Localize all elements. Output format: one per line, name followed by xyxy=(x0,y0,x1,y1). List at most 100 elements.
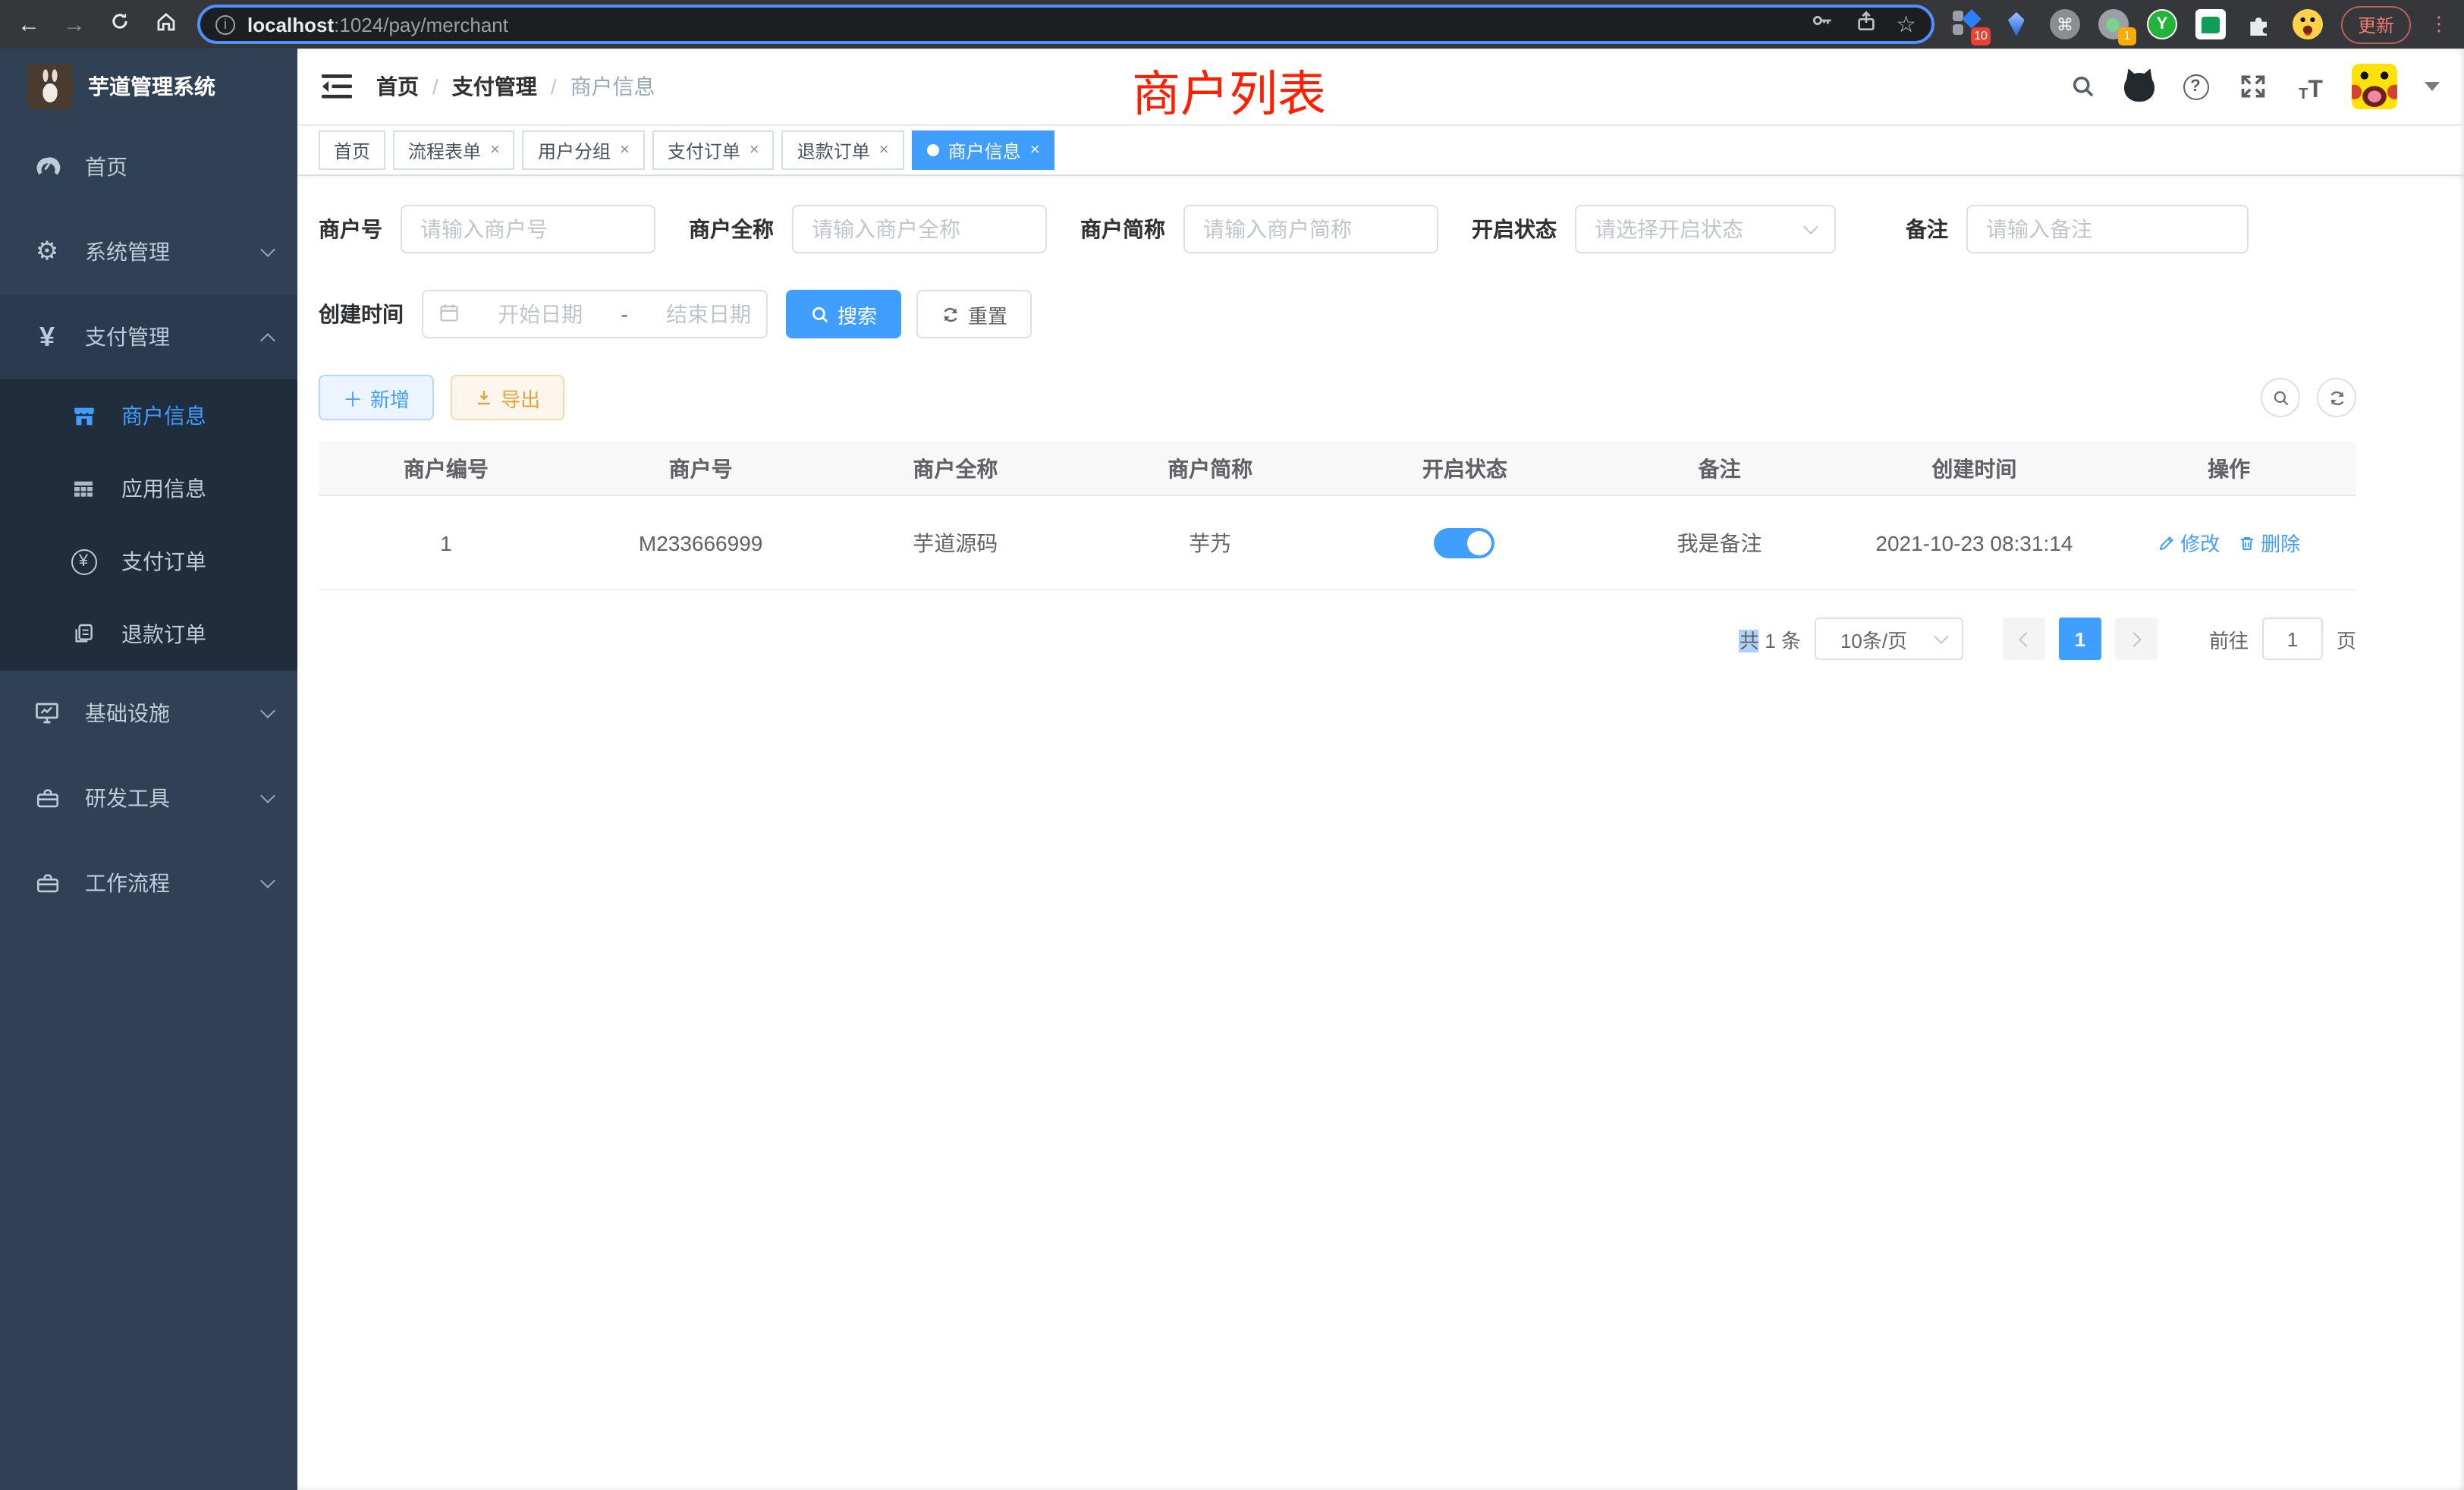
help-icon[interactable]: ? xyxy=(2179,70,2212,103)
hide-search-button[interactable] xyxy=(2261,378,2300,417)
extension-chat-icon[interactable] xyxy=(2195,9,2226,39)
col-remark: 备注 xyxy=(1592,453,1847,483)
search-button[interactable]: 搜索 xyxy=(786,290,901,338)
breadcrumb-payment[interactable]: 支付管理 xyxy=(452,71,537,102)
filter-row-2: 创建时间 开始日期 - 结束日期 搜索 重置 xyxy=(319,290,2356,338)
font-size-icon[interactable]: TT xyxy=(2294,70,2327,103)
refresh-button[interactable] xyxy=(2317,378,2356,417)
app-logo-row[interactable]: 芋道管理系统 xyxy=(0,49,297,124)
sidebar-item-refund-order[interactable]: 退款订单 xyxy=(0,598,297,671)
prev-page-button[interactable] xyxy=(2003,618,2045,660)
dashboard-icon xyxy=(30,153,64,181)
extension-y-icon[interactable]: Y xyxy=(2147,9,2177,39)
col-status: 开启状态 xyxy=(1337,453,1592,483)
short-name-input[interactable]: 请输入商户简称 xyxy=(1183,205,1438,253)
merchant-no-input[interactable]: 请输入商户号 xyxy=(401,205,655,253)
cell-short-name: 芋艿 xyxy=(1083,527,1337,558)
delete-link[interactable]: 删除 xyxy=(2238,528,2300,557)
sidebar-item-payment[interactable]: ¥ 支付管理 xyxy=(0,294,297,379)
extension-diamond-icon[interactable]: 10 xyxy=(1953,9,1983,39)
page-info-icon[interactable]: i xyxy=(215,14,235,34)
browser-forward-icon[interactable]: → xyxy=(61,11,88,37)
sidebar-item-home[interactable]: 首页 xyxy=(0,124,297,209)
sidebar-item-label: 首页 xyxy=(85,152,127,182)
sidebar-item-app-info[interactable]: 应用信息 xyxy=(0,452,297,525)
sidebar-item-label: 系统管理 xyxy=(85,237,170,267)
create-time-range-input[interactable]: 开始日期 - 结束日期 xyxy=(422,290,768,338)
sidebar-item-label: 支付订单 xyxy=(121,546,206,577)
cell-full-name: 芋道源码 xyxy=(828,527,1083,558)
cell-actions: 修改 删除 xyxy=(2101,528,2356,557)
sidebar-item-dev-tools[interactable]: 研发工具 xyxy=(0,756,297,841)
reset-button[interactable]: 重置 xyxy=(916,290,1032,338)
status-label: 开启状态 xyxy=(1472,214,1557,244)
url-text[interactable]: localhost:1024/pay/merchant xyxy=(247,13,1797,36)
sidebar-item-workflow[interactable]: 工作流程 xyxy=(0,841,297,926)
merchant-no-label: 商户号 xyxy=(319,214,382,244)
yen-icon: ¥ xyxy=(30,321,64,353)
tab-pay-order[interactable]: 支付订单× xyxy=(652,130,775,170)
chevron-down-icon xyxy=(260,703,275,718)
status-select[interactable]: 请选择开启状态 xyxy=(1575,205,1836,253)
create-time-label: 创建时间 xyxy=(319,299,404,329)
tab-merchant-info[interactable]: 商户信息× xyxy=(912,130,1055,170)
browser-reload-icon[interactable] xyxy=(106,11,134,38)
remark-input[interactable]: 请输入备注 xyxy=(1966,205,2249,253)
chrome-menu-icon[interactable]: ⋮ xyxy=(2429,12,2449,36)
breadcrumb-home[interactable]: 首页 xyxy=(376,71,419,102)
sidebar-item-system[interactable]: ⚙ 系统管理 xyxy=(0,209,297,294)
avatar[interactable] xyxy=(2352,64,2397,109)
col-merchant-no: 商户号 xyxy=(574,453,828,483)
table-row: 1 M233666999 芋道源码 芋艿 我是备注 2021-10-23 08:… xyxy=(319,496,2356,590)
next-page-button[interactable] xyxy=(2115,618,2158,660)
close-icon[interactable]: × xyxy=(1030,141,1040,159)
main-area: 商户列表 首页 / 支付管理 / 商户信息 ? TT xyxy=(297,49,2464,1490)
browser-home-icon[interactable] xyxy=(152,10,179,39)
close-icon[interactable]: × xyxy=(879,141,889,159)
page-size-select[interactable]: 10条/页 xyxy=(1815,618,1963,660)
export-button[interactable]: 导出 xyxy=(451,375,564,420)
status-toggle[interactable] xyxy=(1435,527,1495,558)
profile-emoji-icon[interactable] xyxy=(2293,9,2323,39)
col-full-name: 商户全称 xyxy=(828,453,1083,483)
full-name-input[interactable]: 请输入商户全称 xyxy=(792,205,1047,253)
avatar-caret-icon[interactable] xyxy=(2425,82,2440,91)
close-icon[interactable]: × xyxy=(750,141,759,159)
sidebar: 芋道管理系统 首页 ⚙ 系统管理 ¥ 支付管理 商户信息 xyxy=(0,49,297,1490)
goto-label: 前往 xyxy=(2209,624,2249,653)
goto-page-input[interactable]: 1 xyxy=(2262,618,2323,660)
filter-row-1: 商户号 请输入商户号 商户全称 请输入商户全称 商户简称 请输入商户简称 开启状… xyxy=(319,205,2356,253)
share-icon[interactable] xyxy=(1853,8,1878,40)
fullscreen-icon[interactable] xyxy=(2236,70,2270,103)
tab-refund-order[interactable]: 退款订单× xyxy=(782,130,904,170)
bookmark-star-icon[interactable]: ☆ xyxy=(1896,11,1916,38)
extension-kite-icon[interactable] xyxy=(2001,9,2032,39)
breadcrumb-current: 商户信息 xyxy=(570,71,655,102)
add-button[interactable]: ＋新增 xyxy=(319,375,434,420)
extension-command-icon[interactable]: ⌘ xyxy=(2050,9,2080,39)
sidebar-item-merchant-info[interactable]: 商户信息 xyxy=(0,379,297,452)
browser-back-icon[interactable]: ← xyxy=(15,11,42,37)
github-icon[interactable] xyxy=(2124,71,2154,102)
sidebar-item-infrastructure[interactable]: 基础设施 xyxy=(0,671,297,756)
current-page-button[interactable]: 1 xyxy=(2059,618,2101,660)
tags-view-bar: 首页 流程表单× 用户分组× 支付订单× 退款订单× 商户信息× xyxy=(297,124,2464,176)
close-icon[interactable]: × xyxy=(490,141,500,159)
extension-recorder-icon[interactable]: 1 xyxy=(2098,9,2129,39)
cell-status xyxy=(1337,527,1592,558)
tab-home[interactable]: 首页 xyxy=(319,130,385,170)
cell-merchant-id: 1 xyxy=(319,530,574,555)
sidebar-item-label: 支付管理 xyxy=(85,322,170,352)
chrome-update-button[interactable]: 更新 xyxy=(2341,5,2411,43)
sidebar-item-pay-order[interactable]: ¥ 支付订单 xyxy=(0,525,297,598)
edit-link[interactable]: 修改 xyxy=(2158,528,2220,557)
password-key-icon[interactable] xyxy=(1809,8,1835,41)
address-bar[interactable]: i localhost:1024/pay/merchant ☆ xyxy=(197,5,1934,44)
tab-process-form[interactable]: 流程表单× xyxy=(393,130,515,170)
extensions-puzzle-icon[interactable] xyxy=(2244,9,2274,39)
tab-user-group[interactable]: 用户分组× xyxy=(523,130,645,170)
screen: ← → i localhost:1024/pay/merchant ☆ xyxy=(0,0,2464,1490)
search-icon[interactable] xyxy=(2066,70,2100,103)
sidebar-collapse-icon[interactable] xyxy=(322,73,352,100)
close-icon[interactable]: × xyxy=(620,141,630,159)
